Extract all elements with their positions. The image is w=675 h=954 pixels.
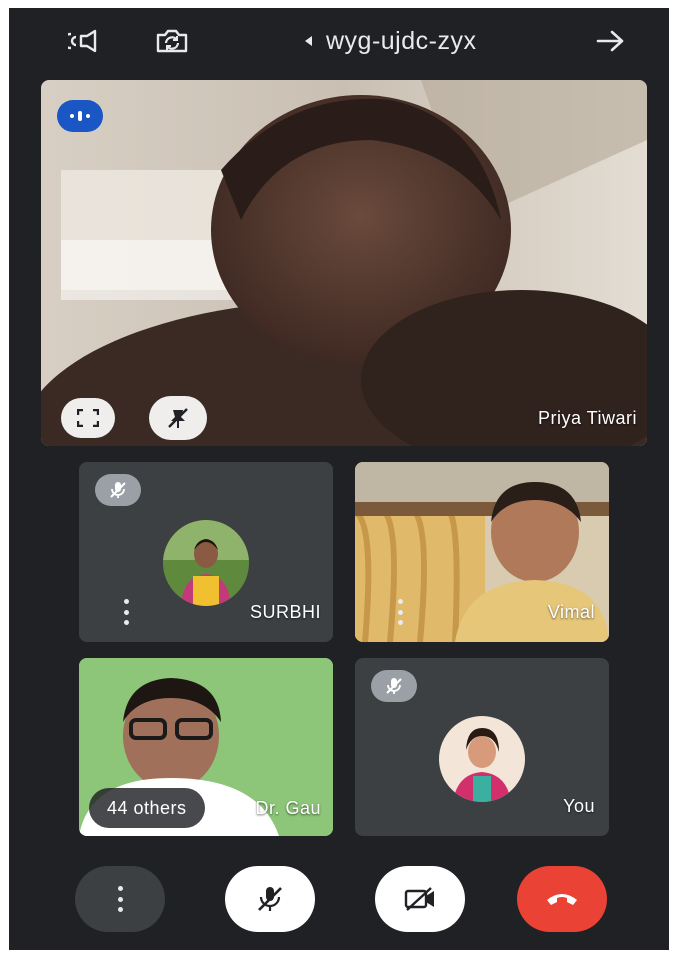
more-options-button[interactable]: [75, 866, 165, 932]
others-count: 44 others: [107, 797, 187, 818]
meeting-code-text: wyg-ujdc-zyx: [326, 26, 477, 55]
participant-tile-dr-gau[interactable]: 44 others Dr. Gau: [79, 658, 333, 836]
camera-toggle-button[interactable]: [375, 866, 465, 932]
avatar: [439, 716, 525, 802]
avatar: [163, 520, 249, 606]
mic-off-icon: [258, 887, 282, 911]
participant-name: SURBHI: [249, 602, 321, 622]
participant-name: You: [563, 796, 595, 816]
audio-level-icon: [57, 100, 103, 132]
top-bar: wyg-ujdc-zyx: [9, 8, 669, 74]
pin-off-icon[interactable]: [149, 396, 207, 440]
main-video-feed: [41, 80, 647, 446]
participant-name: Dr. Gau: [255, 798, 321, 818]
meeting-code[interactable]: wyg-ujdc-zyx: [305, 26, 476, 56]
hang-up-icon: [547, 894, 577, 905]
fullscreen-icon[interactable]: [61, 398, 115, 438]
participant-tile-vimal[interactable]: Vimal: [355, 462, 609, 642]
mic-muted-icon: [371, 670, 417, 702]
participant-name: Vimal: [547, 602, 595, 622]
participant-tile-you[interactable]: You: [355, 658, 609, 836]
participant-tile-surbhi[interactable]: SURBHI: [79, 462, 333, 642]
end-call-button[interactable]: [517, 866, 607, 932]
main-video-tile[interactable]: Priya Tiwari: [41, 80, 647, 446]
switch-camera-icon[interactable]: [154, 26, 190, 56]
others-count-chip[interactable]: 44 others: [89, 788, 205, 828]
participant-name: Priya Tiwari: [537, 408, 637, 428]
more-vert-icon: [115, 886, 125, 912]
more-vert-icon[interactable]: [121, 599, 131, 625]
mic-muted-icon: [95, 474, 141, 506]
meet-call-screen: wyg-ujdc-zyx Priya Tiwari SURBHI Vimal 4…: [9, 8, 669, 950]
speaker-icon[interactable]: [67, 26, 103, 56]
arrow-icon[interactable]: [593, 26, 629, 56]
dropdown-caret-icon: [305, 36, 312, 46]
more-vert-icon[interactable]: [395, 599, 405, 625]
microphone-toggle-button[interactable]: [225, 866, 315, 932]
video-off-icon: [404, 887, 434, 911]
